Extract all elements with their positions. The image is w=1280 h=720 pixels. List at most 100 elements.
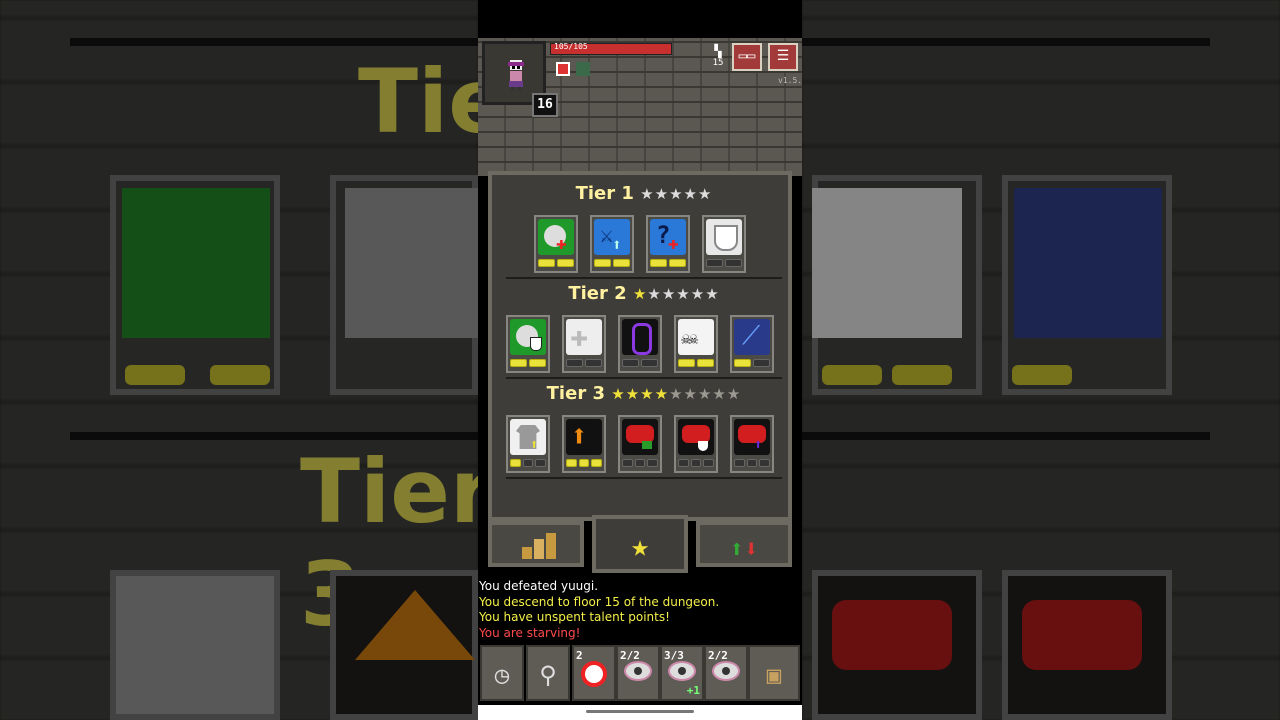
talent-point-pip xyxy=(703,459,715,467)
hero-sprite-icon xyxy=(508,60,524,91)
talents-panel: Tier 1 ★★★★★ ✚ ⚔ ⬆? ✚ Tier 2 ★★★★★★ ✚ ☠☠ ⟋ Tier 3… xyxy=(488,171,792,521)
home-indicator[interactable] xyxy=(586,710,694,713)
talent-point-pip xyxy=(510,359,527,367)
search-button[interactable]: ⚲ xyxy=(526,645,570,701)
tier-star-icon: ★ xyxy=(683,185,698,203)
red-orb-icon xyxy=(574,661,614,687)
talent-button[interactable] xyxy=(702,215,746,273)
talent-point-pip xyxy=(706,259,723,267)
purple-lock-icon xyxy=(622,319,658,355)
tier-star-icon: ★ xyxy=(632,285,648,303)
talent-points xyxy=(678,459,715,469)
talents-tab[interactable]: ★ xyxy=(592,515,688,573)
talent-point-pip xyxy=(613,259,630,267)
blue-sword-up-icon: ⚔ ⬆ xyxy=(594,219,630,255)
game-screen: 16 105/105 ▚ 15 ▭▭ ☰ v1.5.5 Tier 1 ★★★★★… xyxy=(478,0,802,720)
green-shield-icon xyxy=(510,319,546,355)
quickslot-button[interactable]: 2/2 xyxy=(704,645,748,701)
talent-button[interactable]: ☠☠ xyxy=(674,315,718,373)
talent-button[interactable]: ? ✚ xyxy=(646,215,690,273)
version-label: v1.5.5 xyxy=(778,76,802,85)
talent-points xyxy=(510,359,546,369)
inventory-button[interactable]: ▣ xyxy=(748,645,800,701)
eye-wand-icon xyxy=(662,661,702,681)
skulls-icon: ☠☠ xyxy=(678,319,714,355)
wait-button[interactable]: ◷ xyxy=(480,645,524,701)
magnifier-icon: ⚲ xyxy=(539,661,557,689)
status-buff-icon[interactable] xyxy=(576,62,590,76)
tier-star-icon: ★ xyxy=(705,285,720,303)
eye-wand-icon xyxy=(706,661,746,681)
talent-point-pip xyxy=(634,459,646,467)
talent-button[interactable]: ⬆ xyxy=(506,415,550,473)
journal-icon: ▭▭ xyxy=(738,48,756,64)
tier-star-icon: ★ xyxy=(625,385,641,403)
up-down-arrows-icon: ⬆⬇ xyxy=(729,535,759,563)
shirt-up-icon: ⬆ xyxy=(510,419,546,455)
tier-star-icon: ★ xyxy=(661,285,677,303)
orange-arrow-up-icon: ⬆ xyxy=(566,419,602,455)
talent-button[interactable]: ✚ xyxy=(562,315,606,373)
tier-star-icon: ★ xyxy=(640,185,655,203)
log-line: You defeated yuugi. xyxy=(479,579,599,593)
tier-divider xyxy=(506,477,782,479)
talent-points xyxy=(566,459,603,469)
talent-point-pip xyxy=(566,459,577,467)
talent-button[interactable] xyxy=(618,415,662,473)
talent-point-pip xyxy=(557,259,574,267)
tier-star-icon: ★ xyxy=(611,385,626,403)
red-mask-shield-icon xyxy=(678,419,714,455)
tier-1-title: Tier 1 ★★★★★ xyxy=(492,183,796,204)
tier-label: Tier 2 xyxy=(568,283,633,304)
tier-star-icon: ★ xyxy=(669,385,684,403)
talent-point-pip xyxy=(647,459,659,467)
talent-button[interactable] xyxy=(674,415,718,473)
white-cross-icon: ✚ xyxy=(566,319,602,355)
talent-point-pip xyxy=(690,459,702,467)
log-line: You descend to floor 15 of the dungeon. xyxy=(479,594,720,609)
tier-star-icon: ★ xyxy=(683,385,698,403)
talent-point-pip xyxy=(538,259,555,267)
talent-point-pip xyxy=(594,259,611,267)
game-log: You defeated yuugi. You descend to floor … xyxy=(479,579,799,641)
quickslot-bonus: +1 xyxy=(686,684,700,697)
talent-points xyxy=(734,359,770,369)
quickslot-button[interactable]: 2/2 xyxy=(616,645,660,701)
talent-points xyxy=(622,359,658,369)
stats-bars-icon xyxy=(522,533,556,559)
stats-tab[interactable] xyxy=(488,521,584,567)
quickslot-button[interactable]: 3/3 +1 xyxy=(660,645,704,701)
health-text: 105/105 xyxy=(554,42,588,51)
talent-point-pip xyxy=(622,459,633,467)
depth-indicator: ▚ 15 xyxy=(710,44,726,72)
tier-star-icon: ★ xyxy=(697,385,713,403)
talent-point-pip xyxy=(522,459,534,467)
talent-button[interactable] xyxy=(506,315,550,373)
talent-points xyxy=(510,459,547,469)
talent-point-pip xyxy=(650,259,667,267)
talent-button[interactable]: ⟋ xyxy=(730,315,774,373)
regen-buff-icon[interactable] xyxy=(556,62,570,76)
quickslot-button[interactable]: 2 xyxy=(572,645,616,701)
blue-question-plus-icon: ? ✚ xyxy=(650,219,686,255)
menu-button[interactable]: ☰ xyxy=(768,43,798,71)
talent-button[interactable]: ⬆ xyxy=(730,415,774,473)
talent-button[interactable]: ⬆ xyxy=(562,415,606,473)
talent-point-pip xyxy=(591,459,603,467)
levels-tab[interactable]: ⬆⬇ xyxy=(696,521,792,567)
talent-point-pip xyxy=(697,359,714,367)
talent-point-pip xyxy=(566,359,583,367)
talent-point-pip xyxy=(746,459,758,467)
talent-point-pip xyxy=(622,359,639,367)
talent-button[interactable]: ⚔ ⬆ xyxy=(590,215,634,273)
talent-points xyxy=(706,259,742,269)
talent-points xyxy=(650,259,686,269)
tier-star-icon: ★ xyxy=(712,385,727,403)
talent-point-pip xyxy=(753,359,770,367)
talent-button[interactable]: ✚ xyxy=(534,215,578,273)
talent-points xyxy=(678,359,714,369)
tier-stars: ★★★★★★ xyxy=(633,285,720,303)
red-mask-purple-icon: ⬆ xyxy=(734,419,770,455)
journal-button[interactable]: ▭▭ xyxy=(732,43,762,71)
talent-button[interactable] xyxy=(618,315,662,373)
